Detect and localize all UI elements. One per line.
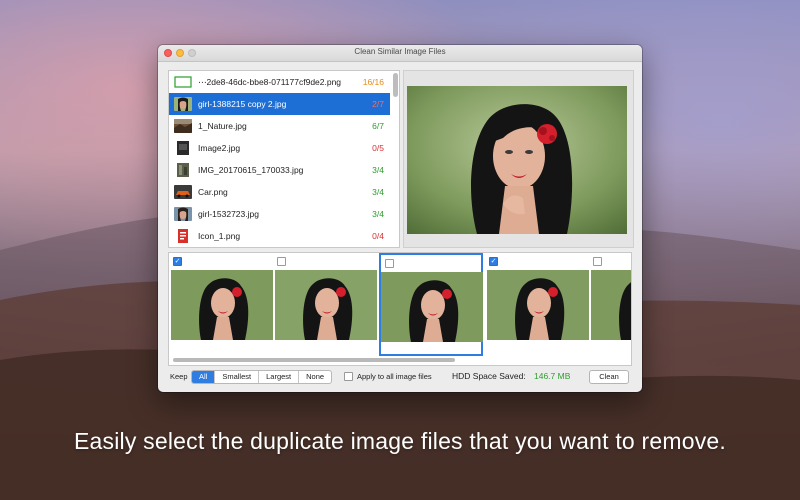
duplicate-count: 16/16 — [362, 77, 384, 87]
dark-thumb-icon — [177, 141, 189, 155]
duplicate-count: 3/4 — [372, 165, 384, 175]
apply-to-all-checkbox[interactable]: Apply to all image files — [344, 372, 432, 381]
keep-label: Keep — [170, 372, 188, 381]
duplicate-count: 0/5 — [372, 143, 384, 153]
image-checkbox[interactable] — [385, 259, 394, 268]
image-checkbox[interactable] — [277, 257, 286, 266]
image-checkbox[interactable]: ✓ — [173, 257, 182, 266]
file-name: girl-1532723.jpg — [198, 209, 259, 219]
hdd-space-saved-value: 146.7 MB — [534, 371, 571, 381]
similar-image-thumbnail[interactable] — [487, 270, 589, 340]
car-thumb-icon — [174, 185, 192, 199]
duplicate-count: 3/4 — [372, 209, 384, 219]
file-row[interactable]: Image2.jpg 0/5 — [169, 137, 390, 159]
portrait-thumb-icon — [174, 97, 192, 111]
similar-image-cell[interactable]: ✓ — [169, 253, 273, 351]
promo-caption: Easily select the duplicate image files … — [73, 428, 726, 454]
file-row[interactable]: IMG_20170615_170033.jpg 3/4 — [169, 159, 390, 181]
keep-option-smallest[interactable]: Smallest — [215, 371, 260, 383]
apply-to-all-label: Apply to all image files — [357, 372, 432, 381]
similar-images-strip[interactable]: ✓ ✓ — [168, 252, 632, 366]
file-name: Icon_1.png — [198, 231, 241, 241]
street-thumb-icon — [177, 163, 189, 177]
file-name: ⋯2de8-46dc-bbe8-071177cf9de2.png — [198, 76, 342, 87]
portrait-thumb-icon — [174, 207, 192, 221]
duplicate-count: 3/4 — [372, 187, 384, 197]
bottom-toolbar: Keep All Smallest Largest None Apply to … — [168, 369, 632, 385]
strip-scrollbar[interactable] — [173, 358, 455, 362]
image-checkbox[interactable]: ✓ — [489, 257, 498, 266]
similar-image-thumbnail[interactable] — [171, 270, 273, 340]
keep-option-largest[interactable]: Largest — [259, 371, 300, 383]
hdd-space-saved-label: HDD Space Saved: — [452, 371, 526, 381]
landscape-thumb-icon — [174, 119, 192, 133]
file-name: Image2.jpg — [198, 143, 241, 153]
similar-image-thumbnail[interactable] — [381, 272, 483, 342]
keep-segmented-control[interactable]: All Smallest Largest None — [191, 370, 333, 384]
file-row[interactable]: girl-1532723.jpg 3/4 — [169, 203, 390, 225]
title-bar[interactable]: Clean Similar Image Files — [158, 45, 642, 62]
file-name: 1_Nature.jpg — [198, 121, 247, 131]
image-preview-panel — [403, 70, 634, 248]
similar-image-thumbnail[interactable] — [275, 270, 377, 340]
file-row[interactable]: Car.png 3/4 — [169, 181, 390, 203]
file-name: Car.png — [198, 187, 228, 197]
clean-button[interactable]: Clean — [589, 370, 629, 384]
similar-image-thumbnail[interactable] — [591, 270, 631, 340]
keep-option-all[interactable]: All — [192, 371, 216, 383]
red-doc-icon — [178, 229, 188, 243]
keep-option-none[interactable]: None — [299, 371, 331, 383]
file-row-selected[interactable]: girl-1388215 copy 2.jpg 2/7 — [169, 93, 390, 115]
similar-image-cell[interactable] — [273, 253, 377, 351]
similar-image-cell-active[interactable] — [379, 253, 483, 356]
app-window: Clean Similar Image Files ⋯2de8-46dc-bbe… — [158, 45, 642, 392]
file-name: girl-1388215 copy 2.jpg — [198, 99, 287, 109]
duplicate-count: 2/7 — [372, 99, 384, 109]
file-list-scrollbar[interactable] — [393, 73, 398, 97]
checkbox-box[interactable] — [344, 372, 353, 381]
window-title: Clean Similar Image Files — [354, 47, 446, 56]
image-checkbox[interactable] — [593, 257, 602, 266]
preview-image — [407, 86, 627, 234]
file-name: IMG_20170615_170033.jpg — [198, 165, 304, 175]
duplicate-count: 0/4 — [372, 231, 384, 241]
similar-image-cell[interactable]: ✓ — [485, 253, 589, 351]
file-row[interactable]: 1_Nature.jpg 6/7 — [169, 115, 390, 137]
duplicate-file-list[interactable]: ⋯2de8-46dc-bbe8-071177cf9de2.png 16/16 g… — [168, 70, 400, 248]
file-row[interactable]: Icon_1.png 0/4 — [169, 225, 390, 247]
frame-icon — [174, 76, 192, 88]
duplicate-count: 6/7 — [372, 121, 384, 131]
similar-image-cell[interactable] — [589, 253, 631, 351]
file-row[interactable]: ⋯2de8-46dc-bbe8-071177cf9de2.png 16/16 — [169, 71, 390, 93]
